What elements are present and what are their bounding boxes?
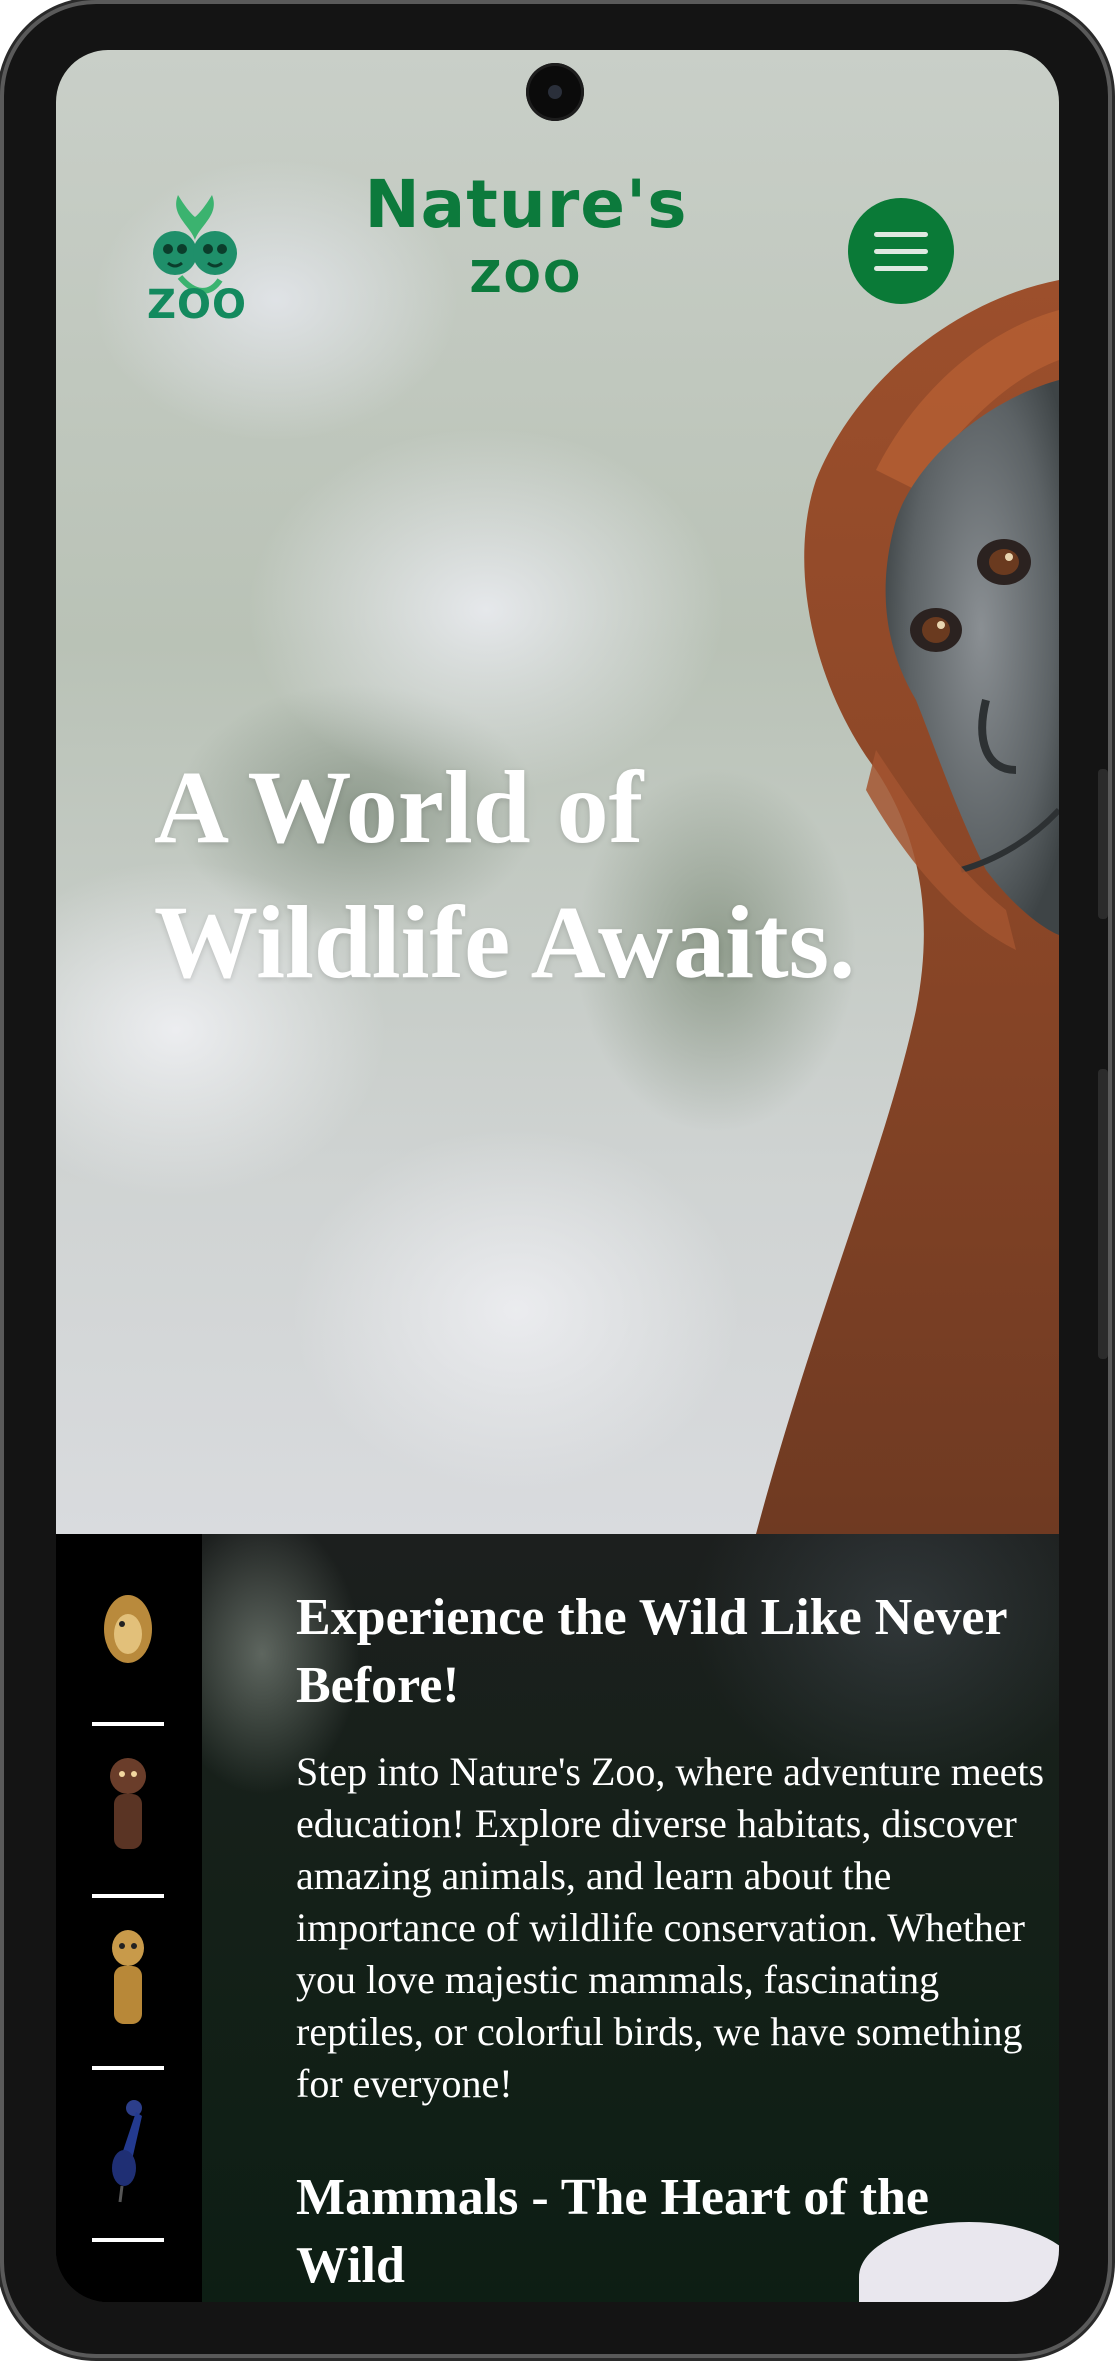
intro-section: Experience the Wild Like Never Before! S… — [56, 1534, 1059, 2302]
hedgehog-thumbnail — [104, 1595, 152, 1663]
logo-wordmark: ZOO — [146, 282, 247, 328]
hamburger-menu-icon — [874, 232, 928, 237]
site-brand-title[interactable]: Nature's ZOO — [356, 172, 696, 300]
hero-title-line-1: A World of — [154, 750, 644, 865]
bird-thumbnail — [112, 2100, 142, 2203]
brand-line-1: Nature's — [364, 166, 688, 243]
animal-thumbnail-rail — [56, 1534, 202, 2302]
hero-title: A World of Wildlife Awaits. — [154, 740, 914, 1010]
mammals-title: Mammals - The Heart of the Wild — [296, 2169, 930, 2294]
volume-button — [1098, 769, 1108, 919]
power-button — [1098, 1069, 1108, 1359]
front-camera — [526, 63, 584, 121]
hero-title-line-2: Wildlife Awaits. — [154, 885, 856, 1001]
intro-title: Experience the Wild Like Never Before! — [296, 1589, 1007, 1714]
phone-frame: ZOO Nature's ZOO A World of Wildlife Awa… — [4, 4, 1108, 2354]
monkey-thumbnail — [110, 1758, 146, 1849]
brand-line-2: ZOO — [469, 252, 583, 303]
hamburger-menu-button[interactable] — [848, 198, 954, 304]
hero-section: ZOO Nature's ZOO A World of Wildlife Awa… — [56, 50, 1059, 1534]
intro-body: Step into Nature's Zoo, where adventure … — [296, 1749, 1045, 2106]
lemur-thumbnail — [112, 1930, 144, 2024]
intro-content: Experience the Wild Like Never Before! S… — [202, 1534, 1059, 2302]
screen: ZOO Nature's ZOO A World of Wildlife Awa… — [56, 50, 1059, 2302]
